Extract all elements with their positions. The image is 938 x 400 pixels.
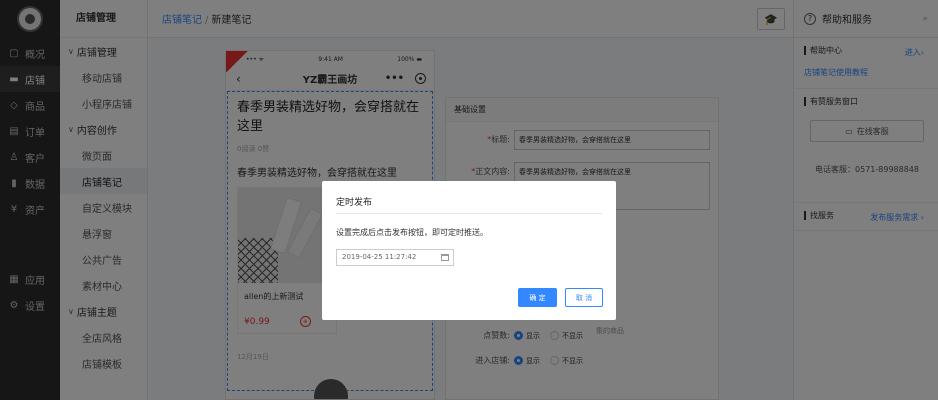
schedule-publish-dialog: 定时发布 设置完成后点击发布按钮，即可定时推送。 2019-04-25 11:2… bbox=[322, 181, 616, 320]
dialog-title: 定时发布 bbox=[336, 198, 373, 208]
dialog-divider bbox=[336, 213, 602, 214]
confirm-button[interactable]: 确 定 bbox=[518, 288, 557, 307]
datetime-value: 2019-04-25 11:27:42 bbox=[342, 253, 417, 261]
cancel-button[interactable]: 取 消 bbox=[565, 288, 603, 307]
datetime-picker-input[interactable]: 2019-04-25 11:27:42 bbox=[336, 249, 454, 266]
calendar-icon[interactable] bbox=[441, 254, 449, 261]
dialog-message: 设置完成后点击发布按钮，即可定时推送。 bbox=[336, 228, 488, 237]
